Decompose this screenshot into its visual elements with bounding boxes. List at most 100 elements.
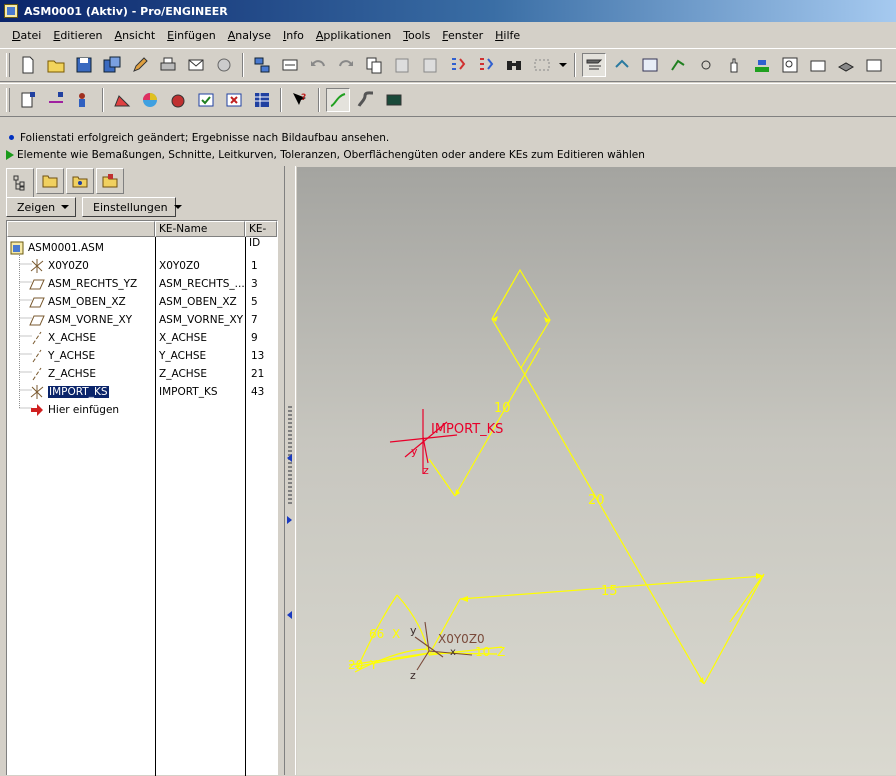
collapse-arrow-icon[interactable] <box>287 454 292 462</box>
open-file-button[interactable] <box>44 53 68 77</box>
tree-item-y-achse[interactable]: Y_ACHSE <box>29 347 95 365</box>
angle-66-value[interactable]: 66 <box>369 627 384 641</box>
annotation-button[interactable] <box>806 53 830 77</box>
dimension-20-value[interactable]: 20 <box>588 493 605 508</box>
tree-item-z-achse[interactable]: Z_ACHSE <box>29 365 96 383</box>
angle-20-value[interactable]: 20 <box>348 658 363 672</box>
copy-button[interactable] <box>362 53 386 77</box>
dimension-10-value[interactable]: 10 <box>494 401 511 416</box>
green-arrow-icon <box>6 149 14 160</box>
tree-item-import-ks[interactable]: IMPORT_KS <box>29 383 109 401</box>
model-display-button[interactable] <box>166 88 190 112</box>
zoom-button[interactable] <box>778 53 802 77</box>
menu-ansicht[interactable]: Ansicht <box>109 29 162 42</box>
display-button[interactable] <box>382 88 406 112</box>
redo-icon <box>339 60 353 67</box>
tree-item-insert-here[interactable]: Hier einfügen <box>29 401 119 419</box>
regen-button[interactable] <box>446 53 470 77</box>
appearance-button[interactable] <box>138 88 162 112</box>
pipe-button[interactable] <box>354 88 378 112</box>
shading-icon <box>114 95 131 107</box>
view-button[interactable] <box>638 53 662 77</box>
tree-root[interactable]: ASM0001.ASM <box>9 239 104 257</box>
sketch-curve-button[interactable] <box>326 88 350 112</box>
redo-button[interactable] <box>334 53 358 77</box>
new-file-button[interactable] <box>16 53 40 77</box>
dimension-10-extension[interactable] <box>428 458 456 497</box>
family-table-button[interactable] <box>250 88 274 112</box>
panel-splitter[interactable] <box>284 166 296 775</box>
save-button[interactable] <box>72 53 96 77</box>
tree-item-asm-vorne-xy[interactable]: ASM_VORNE_XY <box>29 311 132 329</box>
select-box-dropdown[interactable] <box>558 53 568 77</box>
regenerate-button[interactable] <box>128 53 152 77</box>
select-box-button[interactable] <box>530 53 554 77</box>
settings-button[interactable]: Einstellungen <box>82 197 182 217</box>
find-button[interactable] <box>502 53 526 77</box>
menu-editieren[interactable]: Editieren <box>47 29 108 42</box>
menu-hilfe[interactable]: Hilfe <box>489 29 526 42</box>
regen-manager-button[interactable] <box>474 53 498 77</box>
collapse-arrow-icon[interactable] <box>287 611 292 619</box>
menu-einfuegen[interactable]: Einfügen <box>161 29 222 42</box>
tree-item-asm-oben-xz[interactable]: ASM_OBEN_XZ <box>29 293 126 311</box>
tree-item-label: ASM_RECHTS_YZ <box>48 278 138 290</box>
model-tree-button[interactable] <box>250 53 274 77</box>
show-button[interactable]: Zeigen <box>6 197 76 217</box>
info-dimension-button[interactable] <box>44 88 68 112</box>
column-header-id[interactable]: KE-ID <box>245 221 277 249</box>
x0y0z0-label[interactable]: X0Y0Z0 <box>438 632 485 646</box>
dimension-15-value[interactable]: 15 <box>601 584 618 599</box>
graphics-window[interactable]: 10 20 15 66 X 20 Y 10 Z IMPORT_KS y z X0… <box>297 167 896 775</box>
menu-datei[interactable]: Datei <box>6 29 47 42</box>
info-feature-button[interactable] <box>16 88 40 112</box>
info-user-button[interactable] <box>72 88 96 112</box>
menu-tools[interactable]: Tools <box>397 29 436 42</box>
menu-analyse[interactable]: Analyse <box>222 29 277 42</box>
context-help-button[interactable]: ? <box>288 88 312 112</box>
dimension-15-triangle[interactable] <box>703 573 765 685</box>
menu-fenster[interactable]: Fenster <box>436 29 489 42</box>
spin-center-button[interactable] <box>610 53 634 77</box>
paste-button[interactable] <box>390 53 414 77</box>
dimension-20-line[interactable] <box>520 367 705 685</box>
model-tree[interactable]: KE-Name KE-ID ASM0001.ASM X0Y0Z0 ASM_REC… <box>6 220 278 776</box>
csys-button[interactable] <box>694 53 718 77</box>
model-graphics[interactable]: 10 20 15 66 X 20 Y 10 Z IMPORT_KS y z X0… <box>297 167 896 775</box>
save-copy-button[interactable] <box>100 53 124 77</box>
tab-model-tree[interactable] <box>6 168 34 197</box>
hand-select-button[interactable] <box>722 53 746 77</box>
tree-item-asm-rechts-yz[interactable]: ASM_RECHTS_YZ <box>29 275 137 293</box>
tab-folder-browser[interactable] <box>36 168 64 194</box>
tab-connections[interactable] <box>96 168 124 194</box>
shading-button[interactable] <box>110 88 134 112</box>
save-view-button[interactable] <box>862 53 886 77</box>
column-header-name[interactable]: KE-Name <box>155 221 245 237</box>
print-button[interactable] <box>156 53 180 77</box>
layers-stack-button[interactable] <box>834 53 858 77</box>
toolbar-grip[interactable] <box>6 53 10 77</box>
datum-point-button[interactable] <box>666 53 690 77</box>
window-close-button[interactable] <box>222 88 246 112</box>
mail-attach-button[interactable] <box>212 53 236 77</box>
tree-item-x0y0z0[interactable]: X0Y0Z0 <box>29 257 89 275</box>
dimension-button[interactable] <box>278 53 302 77</box>
cell-id: 43 <box>251 386 265 398</box>
expand-arrow-icon[interactable] <box>287 516 292 524</box>
annotation-icon <box>810 60 826 72</box>
paste-special-button[interactable] <box>418 53 442 77</box>
layer-button[interactable] <box>750 53 774 77</box>
import-ks-label[interactable]: IMPORT_KS <box>431 422 503 437</box>
tree-item-x-achse[interactable]: X_ACHSE <box>29 329 96 347</box>
menu-info[interactable]: Info <box>277 29 310 42</box>
tab-favorites[interactable] <box>66 168 94 194</box>
toolbar-grip[interactable] <box>6 88 10 112</box>
dimension-10b-value[interactable]: 10 <box>475 645 490 659</box>
mail-button[interactable] <box>184 53 208 77</box>
datum-display-button[interactable] <box>582 53 606 77</box>
column-header-tree[interactable] <box>7 221 155 237</box>
menu-applikationen[interactable]: Applikationen <box>310 29 397 42</box>
undo-button[interactable] <box>306 53 330 77</box>
window-activate-button[interactable] <box>194 88 218 112</box>
dimension-10-diamond[interactable] <box>491 268 551 370</box>
